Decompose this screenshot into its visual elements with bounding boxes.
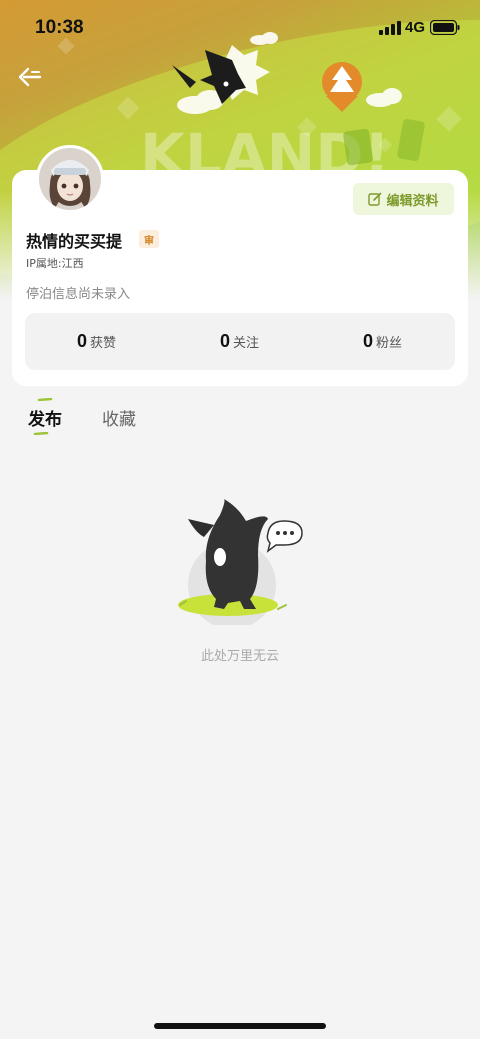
battery-icon xyxy=(430,20,460,35)
avatar[interactable] xyxy=(36,145,104,213)
status-bar: 10:38 4G xyxy=(0,0,480,56)
edit-profile-label: 编辑资料 xyxy=(386,193,439,209)
network-type: 4G xyxy=(405,19,426,36)
stat-following-label: 关注 xyxy=(233,336,260,351)
stat-followers[interactable]: 0 粉丝 xyxy=(363,313,402,370)
tab-favorites[interactable]: 收藏 xyxy=(102,405,136,430)
signal-icon xyxy=(379,21,401,35)
avatar-image xyxy=(39,148,101,210)
tab-indicator-top xyxy=(37,398,53,401)
profile-bio: 停泊信息尚未录入 xyxy=(26,287,131,302)
stat-following[interactable]: 0 关注 xyxy=(220,313,259,370)
stat-followers-value: 0 xyxy=(363,331,374,351)
status-time: 10:38 xyxy=(35,17,84,38)
stat-likes-value: 0 xyxy=(77,331,88,351)
tab-indicator-bottom xyxy=(33,432,49,435)
stat-likes-label: 获赞 xyxy=(90,336,117,351)
tab-posts[interactable]: 发布 xyxy=(28,405,62,430)
stat-following-value: 0 xyxy=(220,331,231,351)
stat-likes[interactable]: 0 获赞 xyxy=(77,313,116,370)
stat-followers-label: 粉丝 xyxy=(376,336,403,351)
back-button[interactable] xyxy=(15,62,45,92)
edit-profile-button[interactable]: 编辑资料 xyxy=(353,183,454,215)
mascot-icon xyxy=(178,499,303,625)
empty-state-message: 此处万里无云 xyxy=(200,649,279,664)
ip-location: IP属地:江西 xyxy=(26,257,84,270)
back-arrow-icon xyxy=(18,67,42,87)
edit-icon xyxy=(368,192,382,206)
stats-box: 0 获赞 0 关注 0 粉丝 xyxy=(25,313,455,370)
username: 热情的买买提 xyxy=(26,232,123,251)
review-badge: 审 xyxy=(139,230,159,248)
home-indicator[interactable] xyxy=(154,1023,326,1029)
